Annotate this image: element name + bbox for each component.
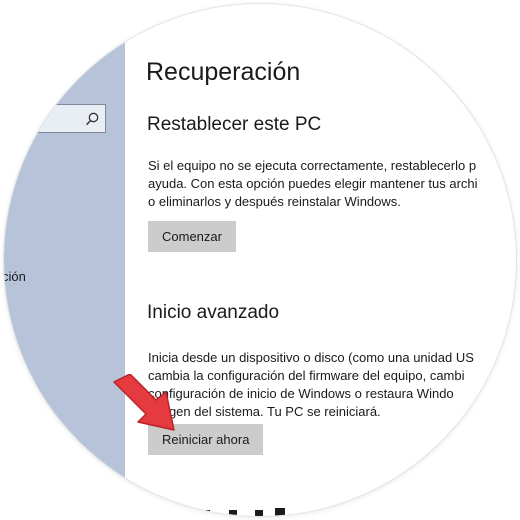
advanced-startup-description: Inicia desde un dispositivo o disco (com… bbox=[148, 349, 474, 421]
description-line: imagen del sistema. Tu PC se reiniciará. bbox=[148, 404, 381, 419]
search-input[interactable] bbox=[4, 104, 106, 133]
sidebar-item-recovery[interactable]: ción bbox=[4, 269, 26, 284]
description-line: configuración de inicio de Windows o res… bbox=[148, 386, 454, 401]
main-content: Recuperación Restablecer este PC Si el e… bbox=[125, 4, 516, 516]
section-title-advanced-startup: Inicio avanzado bbox=[147, 302, 280, 323]
sidebar: ción bbox=[4, 4, 125, 516]
page-title: Recuperación bbox=[146, 58, 301, 86]
pointer-arrow-icon bbox=[113, 374, 175, 431]
settings-window-magnifier: ción Recuperación Restablecer este PC Si… bbox=[4, 4, 516, 516]
get-started-button[interactable]: Comenzar bbox=[148, 221, 236, 252]
description-line: cambia la configuración del firmware del… bbox=[148, 368, 465, 383]
description-line: Si el equipo no se ejecuta correctamente… bbox=[148, 158, 477, 173]
truncated-heading-fragment bbox=[202, 508, 285, 516]
reset-pc-description: Si el equipo no se ejecuta correctamente… bbox=[148, 157, 478, 211]
description-line: ayuda. Con esta opción puedes elegir man… bbox=[148, 176, 478, 191]
description-line: Inicia desde un dispositivo o disco (com… bbox=[148, 350, 474, 365]
section-title-reset-pc: Restablecer este PC bbox=[147, 114, 322, 135]
search-icon bbox=[85, 112, 99, 126]
next-section-title-cut bbox=[147, 504, 347, 516]
description-line: o eliminarlos y después reinstalar Windo… bbox=[148, 194, 401, 209]
